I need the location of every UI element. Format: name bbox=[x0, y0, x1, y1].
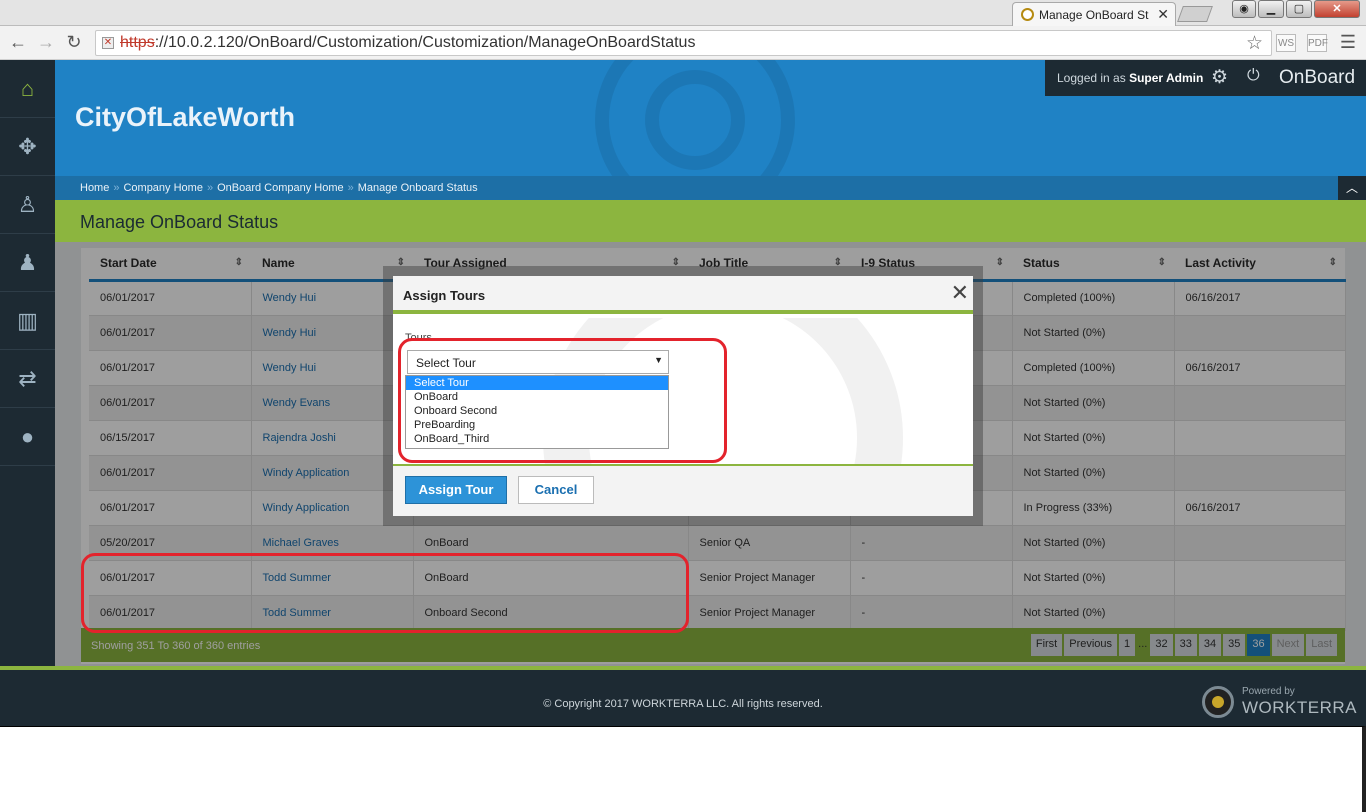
dialog-close-icon[interactable]: ✕ bbox=[951, 282, 969, 304]
browser-nav-bar: ← → ↻ ✕ https://10.0.2.120/OnBoard/Custo… bbox=[0, 26, 1366, 60]
powered-by-label: Powered by bbox=[1242, 686, 1295, 697]
powered-by: Powered by WORKTERRA bbox=[1202, 684, 1357, 720]
tour-option-select-tour[interactable]: Select Tour bbox=[406, 376, 668, 390]
left-sidebar: ⌂ ✥ ♙ ♟ ▥ ⇄ ● bbox=[0, 60, 55, 666]
tour-option-onboard-third[interactable]: OnBoard_Third bbox=[406, 432, 668, 446]
dialog-body: Tours Select Tour ▼ Select Tour OnBoard … bbox=[393, 318, 973, 464]
assign-tour-button[interactable]: Assign Tour bbox=[405, 476, 507, 504]
user-name: Super Admin bbox=[1129, 71, 1204, 85]
breadcrumb-company-home[interactable]: Company Home bbox=[123, 182, 202, 194]
tour-options-list: Select Tour OnBoard Onboard Second PreBo… bbox=[405, 375, 669, 449]
tour-option-preboarding[interactable]: PreBoarding bbox=[406, 418, 668, 432]
back-icon[interactable]: ← bbox=[8, 32, 28, 52]
vendor-name: WORKTERRA bbox=[1242, 698, 1357, 717]
dialog-header: Assign Tours ✕ bbox=[393, 276, 973, 314]
minimize-button[interactable]: ▁ bbox=[1258, 0, 1284, 18]
bookmark-star-icon[interactable]: ☆ bbox=[1246, 32, 1263, 55]
logged-prefix: Logged in as bbox=[1057, 71, 1126, 85]
user-star-icon[interactable]: ♙ bbox=[0, 176, 55, 234]
maximize-button[interactable]: ▢ bbox=[1286, 0, 1312, 18]
assign-tours-dialog: Assign Tours ✕ Tours Select Tour ▼ Selec… bbox=[393, 276, 973, 516]
tour-select[interactable]: Select Tour ▼ bbox=[407, 350, 669, 374]
tour-option-onboard[interactable]: OnBoard bbox=[406, 390, 668, 404]
blank-area bbox=[0, 726, 1366, 812]
favicon-icon bbox=[1021, 8, 1034, 21]
reload-icon[interactable]: ↻ bbox=[64, 32, 84, 52]
copyright-text: © Copyright 2017 WORKTERRA LLC. All righ… bbox=[543, 698, 823, 710]
transfer-icon[interactable]: ⇄ bbox=[0, 350, 55, 408]
profile-icon[interactable]: ◉ bbox=[1232, 0, 1256, 18]
breadcrumb-separator: » bbox=[347, 182, 354, 194]
page-footer: © Copyright 2017 WORKTERRA LLC. All righ… bbox=[0, 666, 1366, 726]
extension-pdf-icon[interactable]: PDF bbox=[1307, 34, 1328, 52]
page-title: Manage OnBoard Status bbox=[80, 212, 279, 232]
breadcrumb-separator: » bbox=[206, 182, 214, 194]
puzzle-icon[interactable]: ✥ bbox=[0, 118, 55, 176]
bar-chart-icon[interactable]: ▥ bbox=[0, 292, 55, 350]
window-close-button[interactable]: ✕ bbox=[1314, 0, 1360, 18]
dialog-title: Assign Tours bbox=[403, 288, 486, 303]
company-name: CityOfLakeWorth bbox=[75, 102, 296, 132]
cancel-button[interactable]: Cancel bbox=[518, 476, 594, 504]
header-decoration-inner bbox=[645, 70, 745, 170]
dialog-footer: Assign Tour Cancel bbox=[393, 464, 973, 516]
home-icon[interactable]: ⌂ bbox=[0, 60, 55, 118]
tab-close-icon[interactable]: ✕ bbox=[1157, 6, 1169, 23]
breadcrumb-onboard-home[interactable]: OnBoard Company Home bbox=[217, 182, 344, 194]
browser-tab-bar: Manage OnBoard St ✕ ◉ ▁ ▢ ✕ bbox=[0, 0, 1366, 26]
brand-name: OnBoard bbox=[1279, 67, 1356, 88]
tour-select-value: Select Tour bbox=[416, 356, 476, 370]
gear-icon[interactable]: ⚙ bbox=[1211, 66, 1228, 89]
dropdown-arrow-icon: ▼ bbox=[654, 355, 663, 365]
new-tab-button[interactable] bbox=[1177, 6, 1213, 22]
breadcrumb: Home» Company Home» OnBoard Company Home» M… bbox=[55, 176, 1366, 200]
workterra-logo-icon bbox=[1202, 686, 1234, 718]
breadcrumb-home[interactable]: Home bbox=[80, 182, 109, 194]
address-bar[interactable]: ✕ https://10.0.2.120/OnBoard/Customizati… bbox=[95, 30, 1272, 56]
tour-option-onboard-second[interactable]: Onboard Second bbox=[406, 404, 668, 418]
url-path: ://10.0.2.120/OnBoard/Customization/Cust… bbox=[154, 34, 696, 51]
breadcrumb-current: Manage Onboard Status bbox=[357, 182, 478, 194]
window-controls: ◉ ▁ ▢ ✕ bbox=[1232, 0, 1360, 18]
url-scheme: https bbox=[120, 34, 155, 51]
extension-ws-icon[interactable]: WS bbox=[1276, 34, 1296, 52]
browser-menu-icon[interactable]: ☰ bbox=[1338, 32, 1358, 53]
breadcrumb-separator: » bbox=[113, 182, 120, 194]
power-icon[interactable]: ⏻ bbox=[1247, 67, 1260, 85]
user-bar: Logged in as Super Admin ⚙ ⏻ OnBoard bbox=[1045, 60, 1366, 96]
logged-in-text: Logged in as Super Admin bbox=[1057, 71, 1203, 85]
tours-label: Tours bbox=[405, 332, 432, 344]
browser-tab[interactable]: Manage OnBoard St ✕ bbox=[1012, 2, 1176, 26]
user-icon[interactable]: ♟ bbox=[0, 234, 55, 292]
forward-icon[interactable]: → bbox=[36, 32, 56, 52]
title-bar: Manage OnBoard Status bbox=[55, 200, 1366, 242]
screen: Manage OnBoard St ✕ ◉ ▁ ▢ ✕ ← → ↻ ✕ http… bbox=[0, 0, 1366, 812]
chat-icon[interactable]: ● bbox=[0, 408, 55, 466]
insecure-lock-icon: ✕ bbox=[102, 37, 114, 49]
tab-title: Manage OnBoard St bbox=[1039, 8, 1149, 22]
collapse-header-button[interactable]: ︿ bbox=[1338, 176, 1366, 200]
